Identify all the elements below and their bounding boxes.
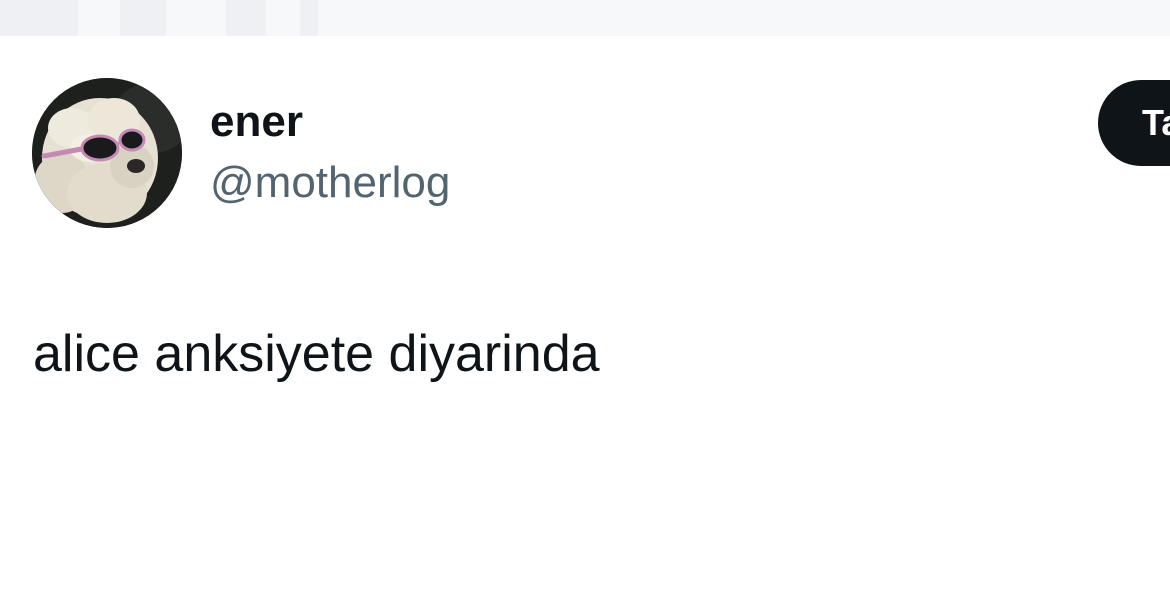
author-display-name[interactable]: ener [210, 96, 303, 149]
dog-with-sunglasses-avatar-icon [32, 78, 182, 228]
top-bar-segment [300, 0, 318, 36]
tweet-text: alice anksiyete diyarinda [33, 325, 600, 383]
author-handle[interactable]: @motherlog [210, 157, 450, 210]
top-bar-segment [0, 0, 78, 36]
top-bar [0, 0, 1170, 36]
avatar[interactable] [32, 78, 182, 228]
follow-button[interactable]: Ta [1098, 80, 1170, 166]
top-bar-segment [226, 0, 266, 36]
top-bar-segment [120, 0, 166, 36]
